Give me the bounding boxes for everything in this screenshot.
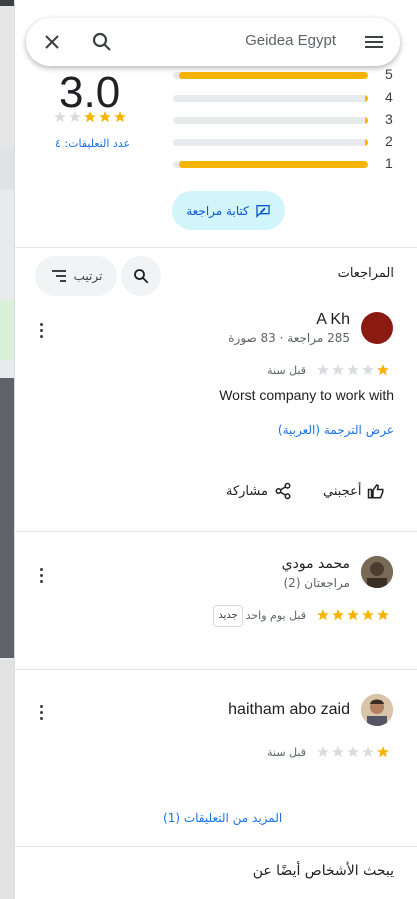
star-icon <box>317 746 329 758</box>
rating-bar <box>173 117 368 124</box>
avatar[interactable] <box>361 694 393 726</box>
divider <box>15 247 417 248</box>
share-label: مشاركة <box>226 483 268 499</box>
rating-bar-label: 5 <box>385 66 393 82</box>
star-icon <box>362 609 374 621</box>
rating-bar-row: 5 <box>173 66 395 82</box>
rating-bar <box>173 95 368 102</box>
review-date: قبل سنة <box>267 364 306 377</box>
star-icon <box>317 364 329 376</box>
reviewer-meta: مراجعتان (2) <box>283 576 350 590</box>
people-also-search-title: يبحث الأشخاص أيضًا عن <box>252 863 394 879</box>
rating-bar-fill <box>365 117 368 124</box>
rating-bar-row: 1 <box>173 155 395 171</box>
review-date: قبل يوم واحد <box>245 609 306 622</box>
star-icon <box>99 111 111 123</box>
star-icon <box>362 746 374 758</box>
search-icon[interactable] <box>90 30 114 54</box>
divider <box>15 531 417 532</box>
rating-bar-row: 3 <box>173 111 395 127</box>
share-button[interactable]: مشاركة <box>226 482 292 500</box>
rating-bar <box>173 161 368 168</box>
star-icon <box>362 364 374 376</box>
search-icon <box>134 269 149 284</box>
star-icon <box>69 111 81 123</box>
like-label: أعجبني <box>323 483 362 499</box>
avatar-photo <box>361 556 393 588</box>
star-icon <box>377 364 389 376</box>
rating-bar-fill <box>365 95 368 102</box>
sort-label: ترتيب <box>73 269 103 283</box>
translate-link[interactable]: عرض الترجمة (العربية) <box>278 423 394 437</box>
more-options-icon[interactable] <box>39 568 45 584</box>
more-reviews-link[interactable]: المزيد من التعليقات (1) <box>163 811 282 825</box>
write-review-button[interactable]: كتابة مراجعة <box>172 191 285 230</box>
new-badge: جديد <box>213 605 243 627</box>
search-query[interactable]: Geidea Egypt <box>245 32 336 49</box>
close-icon[interactable] <box>40 30 64 54</box>
rating-bar-row: 4 <box>173 89 395 105</box>
write-review-label: كتابة مراجعة <box>186 203 249 218</box>
rating-bar-fill <box>365 139 368 146</box>
review-stars <box>316 608 390 622</box>
more-options-icon[interactable] <box>39 323 45 339</box>
rating-bar <box>173 72 368 79</box>
divider <box>15 846 417 847</box>
avatar[interactable] <box>361 312 393 344</box>
place-panel: 3.0 عدد التعليقات: ٤ 54321 كتابة مراجعة … <box>14 0 417 899</box>
star-icon <box>347 746 359 758</box>
rating-bar-fill <box>178 72 368 79</box>
star-icon <box>377 746 389 758</box>
reviewer-name[interactable]: محمد مودي <box>282 556 350 572</box>
share-icon <box>275 482 291 500</box>
reviews-count[interactable]: عدد التعليقات: ٤ <box>55 137 130 150</box>
map-background <box>0 0 14 899</box>
search-bar[interactable]: Geidea Egypt <box>26 18 400 66</box>
star-icon <box>347 609 359 621</box>
review-date: قبل سنة <box>267 746 306 759</box>
thumbs-up-icon <box>368 484 384 499</box>
reviewer-name[interactable]: haitham abo zaid <box>228 701 350 719</box>
rating-bar-label: 4 <box>385 89 393 105</box>
more-options-icon[interactable] <box>39 705 45 721</box>
avatar[interactable] <box>361 556 393 588</box>
star-icon <box>54 111 66 123</box>
review-stars <box>316 745 390 759</box>
star-icon <box>377 609 389 621</box>
star-icon <box>332 746 344 758</box>
avatar-photo <box>361 694 393 726</box>
star-icon <box>332 609 344 621</box>
reviewer-name[interactable]: A Kh <box>316 311 350 329</box>
rating-bar-label: 3 <box>385 111 393 127</box>
reviewer-meta: 285 مراجعة · 83 صورة <box>228 331 350 345</box>
review-stars <box>316 363 390 377</box>
rating-bar-row: 2 <box>173 133 395 149</box>
rating-bar-label: 2 <box>385 133 393 149</box>
star-icon <box>332 364 344 376</box>
star-icon <box>317 609 329 621</box>
edit-review-icon <box>256 204 270 218</box>
menu-icon[interactable] <box>362 30 386 54</box>
reviews-title: المراجعات <box>337 266 394 281</box>
search-reviews-button[interactable] <box>121 256 161 296</box>
sort-button[interactable]: ترتيب <box>35 256 117 296</box>
divider <box>15 669 417 670</box>
rating-bar-fill <box>178 161 368 168</box>
average-stars <box>53 110 127 124</box>
rating-bar <box>173 139 368 146</box>
star-icon <box>84 111 96 123</box>
star-icon <box>114 111 126 123</box>
sort-icon <box>51 270 66 282</box>
like-button[interactable]: أعجبني <box>323 482 385 500</box>
review-text: Worst company to work with <box>219 387 394 403</box>
rating-bar-label: 1 <box>385 155 393 171</box>
star-icon <box>347 364 359 376</box>
